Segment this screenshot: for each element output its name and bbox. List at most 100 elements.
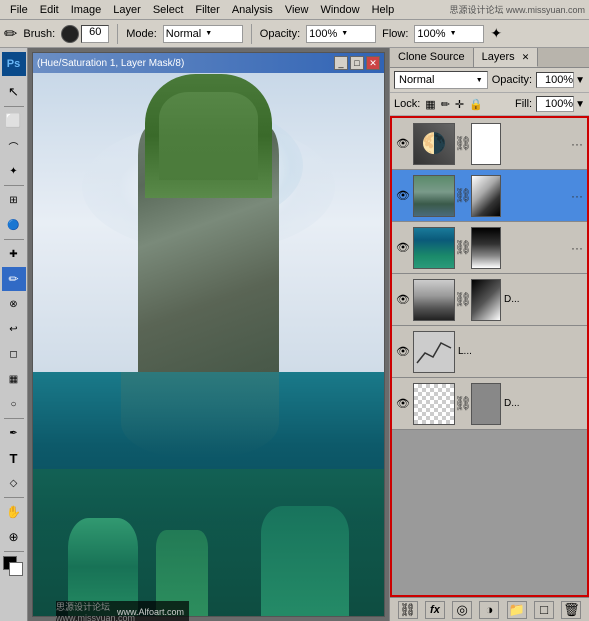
type-tool[interactable]: T (2, 446, 26, 470)
menu-select[interactable]: Select (147, 2, 190, 18)
gradient-tool[interactable]: ▦ (2, 367, 26, 391)
close-button[interactable]: ✕ (366, 56, 380, 70)
canvas-content[interactable] (33, 73, 384, 616)
clone-stamp-tool[interactable]: ⊗ (2, 292, 26, 316)
select-rect-tool[interactable]: ⬜ (2, 109, 26, 133)
zoom-tool[interactable]: ⊕ (2, 525, 26, 549)
adjustment-button[interactable]: ◑ (479, 601, 499, 619)
history-brush-tool[interactable]: ↩ (2, 317, 26, 341)
menu-help[interactable]: Help (366, 2, 401, 18)
tab-clone-source[interactable]: Clone Source (390, 48, 474, 67)
menu-analysis[interactable]: Analysis (226, 2, 279, 18)
layer-3-more[interactable]: ··· (571, 241, 583, 255)
layer-row-1[interactable]: 👁 🌗 ⛓ ··· (392, 118, 587, 170)
flow-label: Flow: (382, 28, 408, 40)
menu-image[interactable]: Image (65, 2, 108, 18)
layer-4-mask (471, 279, 501, 321)
tool-separator6 (4, 551, 24, 552)
tool-separator (4, 106, 24, 107)
tab-layers[interactable]: Layers ✕ (474, 48, 539, 67)
new-layer-button[interactable]: □ (534, 601, 554, 619)
tool-separator3 (4, 239, 24, 240)
layer-1-more[interactable]: ··· (571, 137, 583, 151)
lock-all-icon[interactable]: 🔒 (468, 97, 484, 112)
color-swatches[interactable] (3, 556, 25, 576)
layer-1-thumbnail: 🌗 (413, 123, 455, 165)
layer-6-visibility[interactable]: 👁 (396, 397, 410, 411)
blend-mode-dropdown[interactable]: Normal (394, 71, 488, 89)
layer-4-name: D... (504, 294, 580, 305)
flow-value: 100% (417, 28, 445, 40)
shape-tool[interactable]: ◇ (2, 471, 26, 495)
layer-3-mask (471, 227, 501, 269)
layer-5-visibility[interactable]: 👁 (396, 345, 410, 359)
dodge-tool[interactable]: ○ (2, 392, 26, 416)
canvas-window: (Hue/Saturation 1, Layer Mask/8) _ □ ✕ (32, 52, 385, 617)
canvas-area: (Hue/Saturation 1, Layer Mask/8) _ □ ✕ (28, 48, 389, 621)
watermark-right-text: www.Alfoart.com (117, 607, 184, 617)
layer-2-link: ⛓ (458, 187, 468, 204)
link-layers-button[interactable]: ⛓ (398, 601, 418, 619)
layer-2-visibility[interactable]: 👁 (396, 189, 410, 203)
opacity-input[interactable] (536, 72, 574, 88)
menu-view[interactable]: View (279, 2, 315, 18)
clone-source-label: Clone Source (398, 51, 465, 63)
layer-row-5[interactable]: 👁 L... (392, 326, 587, 378)
menu-bar: File Edit Image Layer Select Filter Anal… (0, 0, 589, 20)
layers-tab-close[interactable]: ✕ (522, 52, 530, 62)
magic-wand-tool[interactable]: ✦ (2, 159, 26, 183)
delete-layer-button[interactable]: 🗑 (561, 601, 581, 619)
minimize-button[interactable]: _ (334, 56, 348, 70)
menu-edit[interactable]: Edit (34, 2, 65, 18)
tool-separator5 (4, 497, 24, 498)
layer-3-visibility[interactable]: 👁 (396, 241, 410, 255)
ps-logo: Ps (2, 52, 26, 76)
move-tool[interactable]: ↖ (2, 80, 26, 104)
layer-row-3[interactable]: 👁 ⛓ ··· (392, 222, 587, 274)
layer-1-visibility[interactable]: 👁 (396, 137, 410, 151)
layers-footer: ⛓ fx ◎ ◑ 📁 □ 🗑 (390, 597, 589, 621)
layer-2-more[interactable]: ··· (571, 189, 583, 203)
brush-tool-icon[interactable]: ✏ (4, 24, 17, 44)
layer-4-link: ⛓ (458, 291, 468, 308)
layer-row-4[interactable]: 👁 ⛓ D... (392, 274, 587, 326)
eyedropper-tool[interactable]: 🔵 (2, 213, 26, 237)
add-mask-button[interactable]: ◎ (452, 601, 472, 619)
fill-dropdown-arrow[interactable]: ▼ (575, 99, 585, 110)
lock-move-icon[interactable]: ✛ (454, 97, 465, 112)
opacity-value: 100% (309, 28, 337, 40)
maximize-button[interactable]: □ (350, 56, 364, 70)
layer-row-6[interactable]: 👁 ⛓ D... (392, 378, 587, 430)
brush-size-input[interactable]: 60 (81, 25, 109, 43)
menu-filter[interactable]: Filter (189, 2, 225, 18)
mode-dropdown[interactable]: Normal (163, 25, 243, 43)
airbrush-icon[interactable]: ✦ (490, 25, 502, 42)
new-group-button[interactable]: 📁 (507, 601, 527, 619)
fill-control: ▼ (536, 96, 585, 112)
menu-layer[interactable]: Layer (107, 2, 147, 18)
menu-file[interactable]: File (4, 2, 34, 18)
opacity-dropdown[interactable]: 100% (306, 25, 376, 43)
layer-6-name: D... (504, 398, 580, 409)
layer-row-2[interactable]: 👁 ⛓ ··· (392, 170, 587, 222)
brush-tool[interactable]: ✏ (2, 267, 26, 291)
separator1 (117, 24, 118, 44)
eraser-tool[interactable]: ◻ (2, 342, 26, 366)
hand-tool[interactable]: ✋ (2, 500, 26, 524)
lock-paint-icon[interactable]: ✏ (440, 97, 451, 112)
menu-window[interactable]: Window (314, 2, 365, 18)
crop-tool[interactable]: ⊞ (2, 188, 26, 212)
fx-button[interactable]: fx (425, 601, 445, 619)
flow-dropdown[interactable]: 100% (414, 25, 484, 43)
fill-input[interactable] (536, 96, 574, 112)
opacity-dropdown-arrow[interactable]: ▼ (575, 75, 585, 86)
brush-preview[interactable] (61, 25, 79, 43)
layers-list: 👁 🌗 ⛓ ··· 👁 ⛓ ··· 👁 (390, 116, 589, 597)
lasso-tool[interactable]: ⌒ (2, 134, 26, 158)
separator2 (251, 24, 252, 44)
layer-6-mask (471, 383, 501, 425)
healing-tool[interactable]: ✚ (2, 242, 26, 266)
lock-transparent-icon[interactable]: ▦ (424, 97, 436, 112)
layer-4-visibility[interactable]: 👁 (396, 293, 410, 307)
pen-tool[interactable]: ✒ (2, 421, 26, 445)
